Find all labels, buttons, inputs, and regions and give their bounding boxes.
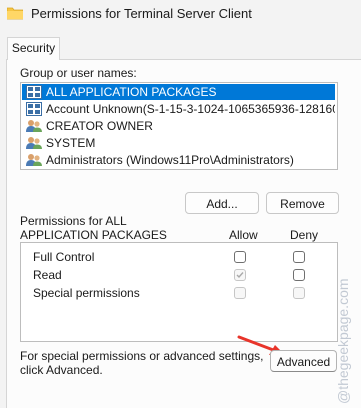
remove-button[interactable]: Remove [266, 192, 339, 214]
list-item-label: Account Unknown(S-1-15-3-1024-1065365936… [46, 102, 335, 116]
full-control-deny-checkbox[interactable] [293, 251, 305, 263]
group-user-label: Group or user names: [20, 66, 137, 80]
list-item-label: CREATOR OWNER [46, 119, 153, 133]
app-package-icon [26, 85, 42, 99]
list-item-administrators[interactable]: Administrators (Windows11Pro\Administrat… [22, 152, 335, 168]
deny-column-header: Deny [290, 228, 319, 242]
list-item-system[interactable]: SYSTEM [22, 135, 335, 151]
advanced-button[interactable]: Advanced [270, 350, 337, 372]
tab-security[interactable]: Security [7, 37, 60, 60]
perm-label-read: Read [33, 268, 62, 282]
advanced-note-line2: click Advanced. [20, 363, 103, 377]
permissions-list: Full Control Read Special permissions [20, 242, 338, 342]
list-item-label: ALL APPLICATION PACKAGES [46, 85, 217, 99]
list-item-all-application-packages[interactable]: ALL APPLICATION PACKAGES [22, 84, 335, 100]
perm-label-full-control: Full Control [33, 250, 95, 264]
perm-label-special-permissions: Special permissions [33, 286, 140, 300]
window-title: Permissions for Terminal Server Client [31, 6, 252, 21]
list-item-creator-owner[interactable]: CREATOR OWNER [22, 118, 335, 134]
read-deny-checkbox[interactable] [293, 269, 305, 281]
read-allow-checkbox[interactable] [234, 269, 246, 281]
watermark: @thegeekpage.com [335, 278, 351, 404]
users-group-icon [26, 120, 42, 132]
folder-icon [7, 7, 23, 20]
advanced-note-line1: For special permissions or advanced sett… [20, 349, 264, 363]
list-item-account-unknown[interactable]: Account Unknown(S-1-15-3-1024-1065365936… [22, 101, 335, 117]
add-button[interactable]: Add... [185, 192, 259, 214]
special-permissions-deny-checkbox[interactable] [293, 287, 305, 299]
permissions-header-line1: Permissions for ALL [20, 214, 127, 228]
title-bar: Permissions for Terminal Server Client [0, 0, 361, 30]
checkmark-icon [236, 272, 244, 279]
list-item-label: SYSTEM [46, 136, 96, 150]
special-permissions-allow-checkbox[interactable] [234, 287, 246, 299]
user-list[interactable]: ALL APPLICATION PACKAGES Account Unknown… [20, 82, 338, 170]
permissions-header-line2: APPLICATION PACKAGES [20, 228, 167, 242]
full-control-allow-checkbox[interactable] [234, 251, 246, 263]
list-item-label: Administrators (Windows11Pro\Administrat… [46, 153, 294, 167]
watermark-text: @thegeekpage.com [335, 278, 351, 404]
unknown-account-icon [26, 102, 42, 116]
permissions-dialog: Permissions for Terminal Server Client S… [0, 0, 361, 408]
users-group-icon [26, 137, 42, 149]
allow-column-header: Allow [229, 228, 258, 242]
users-group-icon [26, 154, 42, 166]
